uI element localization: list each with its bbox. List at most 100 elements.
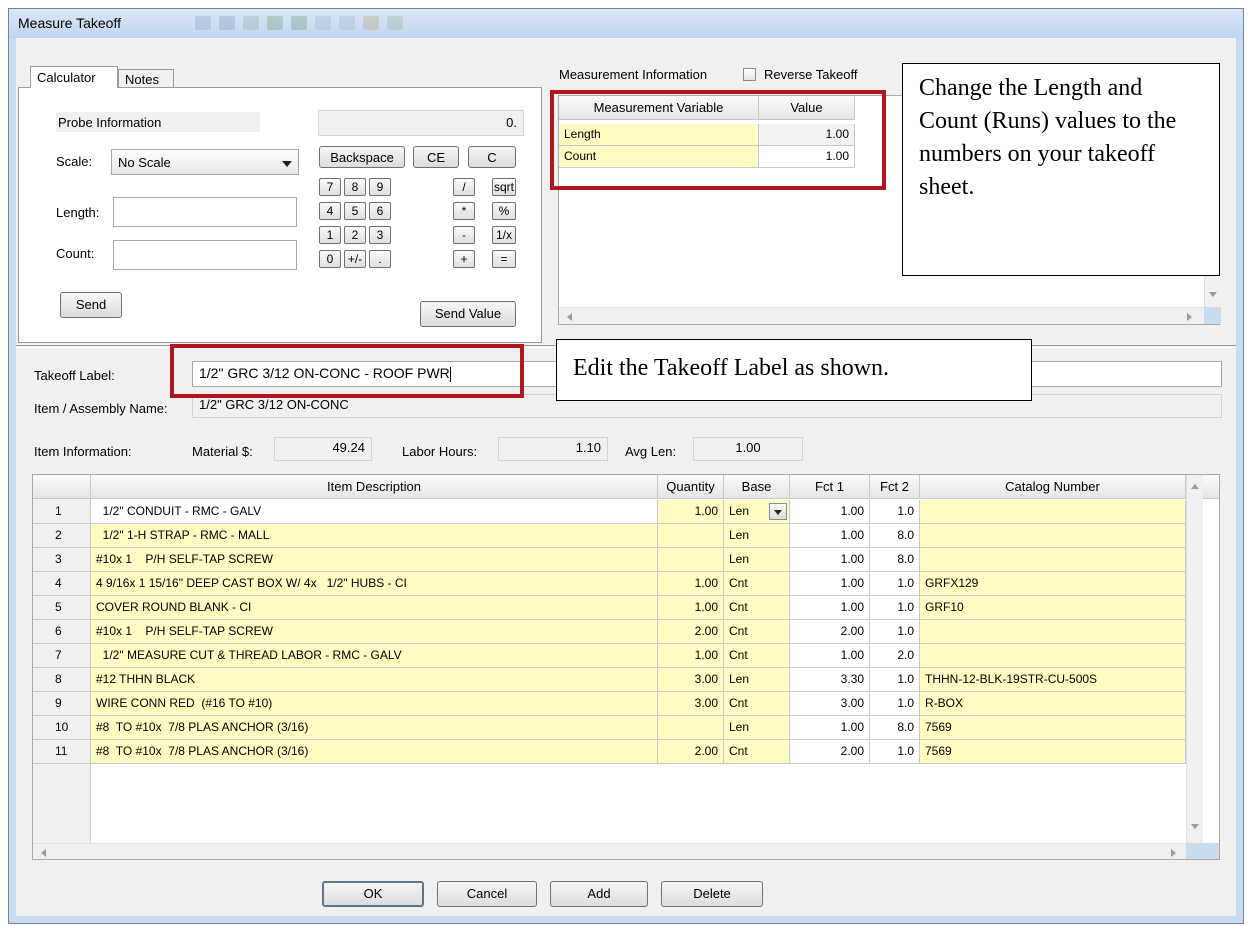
catalog-number-cell[interactable]: 7569 (920, 716, 1186, 740)
calc-key[interactable]: / (453, 178, 475, 196)
fct2-cell[interactable]: 1.0 (870, 620, 920, 644)
catalog-number-cell[interactable]: 7569 (920, 740, 1186, 764)
calc-key[interactable]: 8 (344, 178, 366, 196)
item-description-cell[interactable]: COVER ROUND BLANK - CI (91, 596, 658, 620)
catalog-number-cell[interactable] (920, 524, 1186, 548)
fct2-cell[interactable]: 1.0 (870, 668, 920, 692)
quantity-cell[interactable]: 1.00 (658, 500, 724, 524)
toolbar-ruler-icon[interactable] (195, 16, 211, 30)
base-cell[interactable]: Cnt (724, 572, 790, 596)
send-value-button[interactable]: Send Value (420, 301, 516, 327)
toolbar-arrow-right-icon[interactable] (291, 16, 307, 30)
add-button[interactable]: Add (550, 881, 648, 907)
toolbar-save-icon[interactable] (219, 16, 235, 30)
quantity-cell[interactable]: 3.00 (658, 692, 724, 716)
backspace-button[interactable]: Backspace (319, 146, 405, 168)
fct1-cell[interactable]: 1.00 (790, 524, 870, 548)
item-description-cell[interactable]: 1/2" 1-H STRAP - RMC - MALL (91, 524, 658, 548)
fct1-cell[interactable]: 2.00 (790, 740, 870, 764)
catalog-number-header[interactable]: Catalog Number (920, 475, 1186, 499)
scale-dropdown[interactable]: No Scale (111, 149, 299, 175)
calc-key[interactable]: = (492, 250, 516, 268)
fct2-cell[interactable]: 2.0 (870, 644, 920, 668)
fct1-cell[interactable]: 1.00 (790, 572, 870, 596)
base-cell[interactable]: Cnt (724, 740, 790, 764)
clear-button[interactable]: C (468, 146, 516, 168)
calc-key[interactable]: + (453, 250, 475, 268)
quantity-cell[interactable]: 2.00 (658, 620, 724, 644)
base-cell[interactable]: Len (724, 668, 790, 692)
quantity-cell[interactable]: 1.00 (658, 596, 724, 620)
base-cell[interactable]: Len (724, 716, 790, 740)
catalog-number-cell[interactable] (920, 620, 1186, 644)
item-description-cell[interactable]: #8 TO #10x 7/8 PLAS ANCHOR (3/16) (91, 716, 658, 740)
item-description-cell[interactable]: 4 9/16x 1 15/16" DEEP CAST BOX W/ 4x 1/2… (91, 572, 658, 596)
fct2-cell[interactable]: 8.0 (870, 716, 920, 740)
item-description-cell[interactable]: 1/2" MEASURE CUT & THREAD LABOR - RMC - … (91, 644, 658, 668)
delete-button[interactable]: Delete (661, 881, 763, 907)
quantity-cell[interactable] (658, 548, 724, 572)
calc-key[interactable]: * (453, 202, 475, 220)
cancel-button[interactable]: Cancel (437, 881, 537, 907)
base-dropdown-button[interactable] (769, 503, 787, 520)
fct1-header[interactable]: Fct 1 (790, 475, 870, 499)
item-description-cell[interactable]: #10x 1 P/H SELF-TAP SCREW (91, 620, 658, 644)
calc-key[interactable]: 5 (344, 202, 366, 220)
fct2-cell[interactable]: 1.0 (870, 500, 920, 524)
item-description-header[interactable]: Item Description (91, 475, 658, 499)
fct1-cell[interactable]: 1.00 (790, 500, 870, 524)
fct1-cell[interactable]: 1.00 (790, 716, 870, 740)
catalog-number-cell[interactable]: GRFX129 (920, 572, 1186, 596)
base-cell[interactable]: Cnt (724, 644, 790, 668)
item-description-cell[interactable]: #12 THHN BLACK (91, 668, 658, 692)
calc-key[interactable]: . (369, 250, 391, 268)
toolbar-arrow-left-icon[interactable] (267, 16, 283, 30)
catalog-number-cell[interactable]: R-BOX (920, 692, 1186, 716)
quantity-cell[interactable] (658, 716, 724, 740)
calc-key[interactable]: % (492, 202, 516, 220)
calc-key[interactable]: - (453, 226, 475, 244)
base-cell[interactable]: Len (724, 524, 790, 548)
tab-notes[interactable]: Notes (118, 69, 174, 88)
measurement-h-scrollbar[interactable] (559, 307, 1204, 324)
calc-key[interactable]: 1/x (492, 226, 516, 244)
calc-key[interactable]: 4 (319, 202, 341, 220)
fct2-cell[interactable]: 1.0 (870, 572, 920, 596)
toolbar-page-icon[interactable] (315, 16, 331, 30)
send-button[interactable]: Send (60, 292, 122, 318)
catalog-number-cell[interactable] (920, 644, 1186, 668)
base-cell[interactable]: Cnt (724, 692, 790, 716)
item-grid-h-scrollbar[interactable] (33, 843, 1186, 859)
base-header[interactable]: Base (724, 475, 790, 499)
calc-key[interactable]: +/- (344, 250, 366, 268)
calc-key[interactable]: 7 (319, 178, 341, 196)
calc-key[interactable]: 9 (369, 178, 391, 196)
fct2-cell[interactable]: 1.0 (870, 740, 920, 764)
quantity-cell[interactable]: 1.00 (658, 572, 724, 596)
item-description-cell[interactable]: 1/2" CONDUIT - RMC - GALV (91, 500, 658, 524)
fct1-cell[interactable]: 2.00 (790, 620, 870, 644)
count-input[interactable] (113, 240, 297, 270)
fct1-cell[interactable]: 1.00 (790, 548, 870, 572)
fct2-cell[interactable]: 1.0 (870, 692, 920, 716)
calc-key[interactable]: 0 (319, 250, 341, 268)
toolbar-help-icon[interactable] (387, 16, 403, 30)
ok-button[interactable]: OK (322, 881, 424, 907)
toolbar-zoom-icon[interactable] (339, 16, 355, 30)
calc-key[interactable]: sqrt (492, 178, 516, 196)
fct1-cell[interactable]: 1.00 (790, 596, 870, 620)
catalog-number-cell[interactable]: THHN-12-BLK-19STR-CU-500S (920, 668, 1186, 692)
item-description-cell[interactable]: WIRE CONN RED (#16 TO #10) (91, 692, 658, 716)
reverse-takeoff-checkbox[interactable] (743, 68, 756, 81)
quantity-cell[interactable] (658, 524, 724, 548)
calc-key[interactable]: 2 (344, 226, 366, 244)
item-description-cell[interactable]: #10x 1 P/H SELF-TAP SCREW (91, 548, 658, 572)
fct1-cell[interactable]: 1.00 (790, 644, 870, 668)
ce-button[interactable]: CE (413, 146, 459, 168)
item-description-cell[interactable]: #8 TO #10x 7/8 PLAS ANCHOR (3/16) (91, 740, 658, 764)
calc-key[interactable]: 6 (369, 202, 391, 220)
toolbar-grid-icon[interactable] (243, 16, 259, 30)
tab-calculator[interactable]: Calculator (30, 66, 118, 88)
toolbar-settings-icon[interactable] (363, 16, 379, 30)
quantity-cell[interactable]: 2.00 (658, 740, 724, 764)
